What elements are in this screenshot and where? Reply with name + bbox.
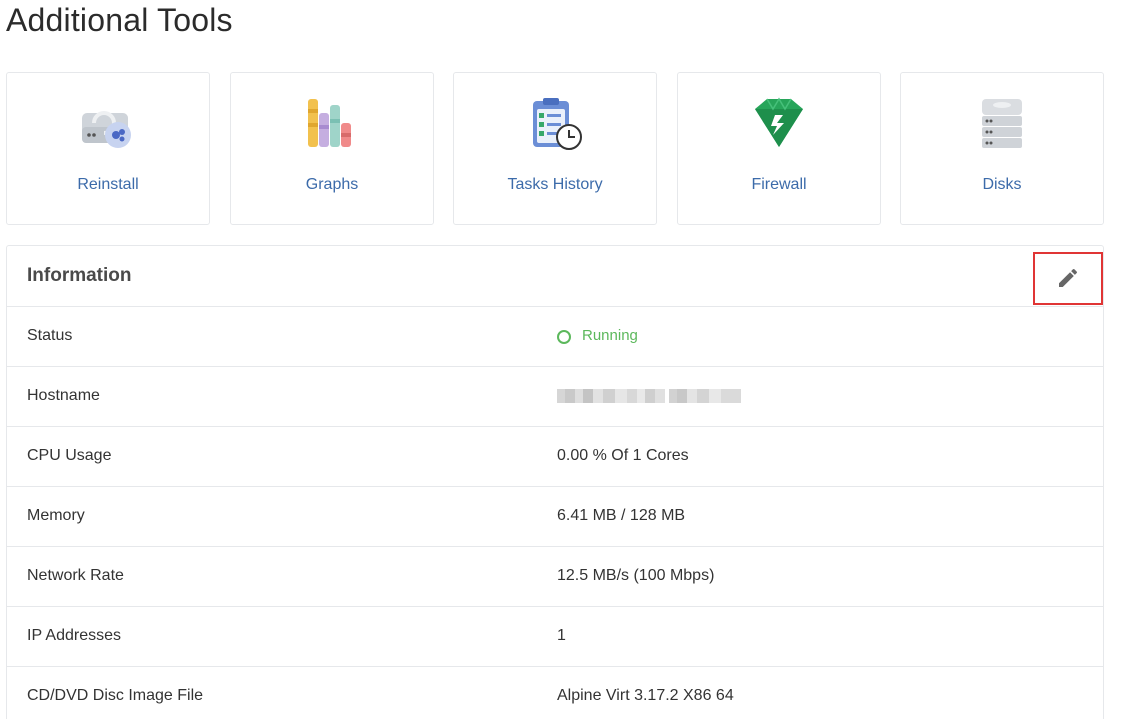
information-panel: Information Status Running Hostname CPU … [6, 245, 1104, 719]
status-value: Running [582, 327, 638, 344]
info-row-ip-addresses: IP Addresses 1 [7, 607, 1103, 667]
hostname-redacted [557, 389, 742, 403]
tool-label-disks: Disks [982, 176, 1022, 193]
tool-label-graphs: Graphs [305, 176, 359, 193]
ip-addresses-value: 1 [557, 627, 566, 644]
information-header: Information [7, 246, 1103, 307]
tool-card-graphs[interactable]: Graphs [230, 72, 434, 225]
row-label-ip-addresses: IP Addresses [27, 627, 121, 644]
tool-card-firewall[interactable]: Firewall [677, 72, 881, 225]
info-row-cpu-usage: CPU Usage 0.00 % Of 1 Cores [7, 427, 1103, 487]
page-title: Additional Tools [6, 2, 233, 38]
info-row-status: Status Running [7, 307, 1103, 367]
reinstall-icon [78, 95, 138, 155]
firewall-icon [749, 95, 809, 155]
row-label-status: Status [27, 327, 73, 344]
status-running-icon [557, 330, 571, 344]
pencil-icon [1059, 268, 1078, 287]
network-rate-value: 12.5 MB/s (100 Mbps) [557, 567, 715, 584]
disks-icon [972, 95, 1032, 155]
tasks-history-icon [525, 95, 585, 155]
memory-value: 6.41 MB / 128 MB [557, 507, 686, 524]
tool-label-firewall: Firewall [751, 176, 807, 193]
disc-image-value: Alpine Virt 3.17.2 X86 64 [557, 687, 734, 704]
info-row-network-rate: Network Rate 12.5 MB/s (100 Mbps) [7, 547, 1103, 607]
cpu-usage-value: 0.00 % Of 1 Cores [557, 447, 689, 464]
edit-button[interactable] [1033, 252, 1103, 305]
row-label-memory: Memory [27, 507, 85, 524]
info-row-memory: Memory 6.41 MB / 128 MB [7, 487, 1103, 547]
information-title: Information [27, 265, 132, 286]
info-row-disc-image: CD/DVD Disc Image File Alpine Virt 3.17.… [7, 667, 1103, 719]
tool-card-reinstall[interactable]: Reinstall [6, 72, 210, 225]
row-label-hostname: Hostname [27, 387, 100, 404]
graphs-icon [302, 95, 362, 155]
tool-card-tasks-history[interactable]: Tasks History [453, 72, 657, 225]
info-row-hostname: Hostname [7, 367, 1103, 427]
row-label-disc-image: CD/DVD Disc Image File [27, 687, 204, 704]
row-label-cpu-usage: CPU Usage [27, 447, 112, 464]
tool-card-disks[interactable]: Disks [900, 72, 1104, 225]
row-label-network-rate: Network Rate [27, 567, 124, 584]
tool-label-reinstall: Reinstall [77, 176, 139, 193]
additional-tools-grid: Reinstall Graphs Tasks History Firewall … [6, 72, 1104, 225]
tool-label-tasks-history: Tasks History [507, 176, 603, 193]
